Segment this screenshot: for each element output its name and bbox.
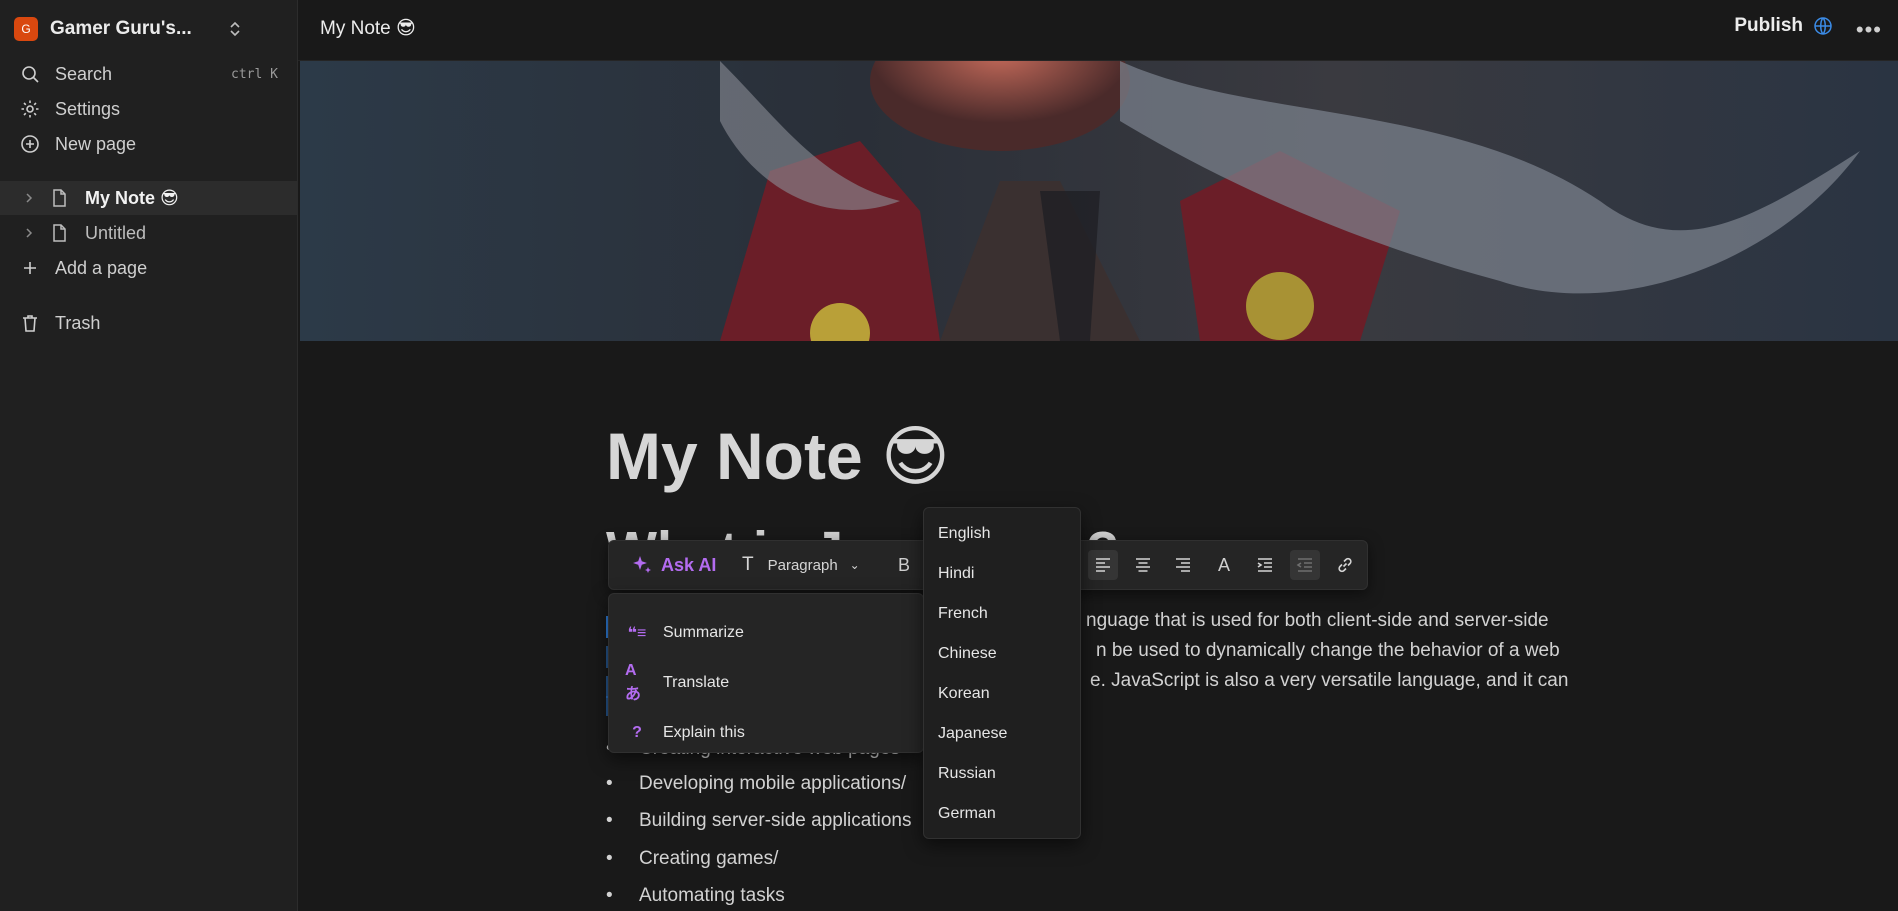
chevron-up-down-icon[interactable] — [225, 19, 245, 39]
sidebar-page-untitled[interactable]: Untitled — [0, 216, 297, 250]
sparkle-icon — [633, 556, 651, 573]
search-icon — [22, 66, 39, 83]
translate-icon: Aあ — [625, 662, 642, 703]
language-option[interactable]: Japanese — [938, 725, 1007, 743]
more-options-icon[interactable]: ••• — [1856, 17, 1882, 43]
language-option[interactable]: Korean — [938, 685, 990, 703]
chevron-down-icon: ⌄ — [849, 558, 860, 572]
block-type-label: Paragraph — [767, 556, 838, 574]
language-option[interactable]: Hindi — [938, 565, 974, 583]
new-page-label: New page — [55, 133, 137, 154]
sidebar-add-page[interactable]: Add a page — [20, 254, 282, 282]
gear-icon — [21, 100, 39, 118]
ask-ai-button[interactable]: Ask AI — [631, 541, 716, 589]
align-left-icon — [1096, 558, 1110, 572]
document-icon — [53, 224, 66, 242]
align-right-icon — [1176, 558, 1190, 572]
paragraph-line: n be used to dynamically change the beha… — [1096, 640, 1560, 661]
language-menu: English Hindi French Chinese Korean Japa… — [923, 507, 1081, 839]
paragraph-line: nguage that is used for both client-side… — [1086, 610, 1549, 631]
globe-icon — [1814, 17, 1832, 35]
menu-item-translate[interactable]: Aあ Translate — [625, 662, 729, 703]
sidebar-page-my-note[interactable]: My Note 😎 — [0, 181, 297, 215]
search-label: Search — [55, 63, 113, 84]
text-type-icon: T — [742, 554, 754, 575]
publish-label: Publish — [1734, 15, 1803, 36]
sidebar-new-page[interactable]: New page — [20, 130, 282, 158]
add-page-label: Add a page — [55, 257, 148, 278]
trash-label: Trash — [55, 312, 101, 333]
align-center-button[interactable] — [1128, 550, 1158, 580]
trash-icon — [23, 315, 37, 332]
language-option[interactable]: French — [938, 605, 988, 623]
language-option[interactable]: Chinese — [938, 645, 997, 663]
chevron-right-icon[interactable] — [22, 191, 36, 205]
indent-icon — [1257, 558, 1272, 572]
link-button[interactable] — [1330, 550, 1360, 580]
publish-button[interactable]: Publish — [1734, 15, 1833, 37]
language-option[interactable]: Russian — [938, 765, 996, 783]
indent-button[interactable] — [1250, 550, 1280, 580]
workspace-name: Gamer Guru's... — [50, 18, 192, 39]
settings-label: Settings — [55, 98, 121, 119]
ask-ai-menu: ❝≡ Summarize Aあ Translate ? Explain this — [608, 593, 924, 753]
text-color-button[interactable]: A — [1209, 550, 1239, 580]
page-title[interactable]: My Note 😎 — [606, 418, 950, 495]
sidebar-trash[interactable]: Trash — [20, 309, 282, 337]
align-center-icon — [1136, 558, 1150, 572]
language-option[interactable]: German — [938, 805, 996, 823]
workspace-switcher[interactable]: G Gamer Guru's... — [14, 15, 254, 43]
menu-item-explain[interactable]: ? Explain this — [625, 718, 745, 748]
language-option[interactable]: English — [938, 525, 990, 543]
cover-image — [300, 61, 1898, 341]
outdent-button[interactable] — [1290, 550, 1320, 580]
paragraph-line: e. JavaScript is also a very versatile l… — [1090, 670, 1569, 691]
quote-icon: ❝≡ — [627, 625, 647, 642]
breadcrumb-title[interactable]: My Note 😎 — [320, 17, 416, 40]
link-icon — [1338, 557, 1352, 573]
sidebar-settings[interactable]: Settings — [20, 95, 282, 123]
menu-item-summarize[interactable]: ❝≡ Summarize — [625, 618, 744, 648]
outdent-icon — [1296, 558, 1312, 572]
sidebar: G Gamer Guru's... Search ctrl K Settings… — [0, 0, 298, 911]
page-label: Untitled — [85, 222, 147, 243]
plus-icon — [24, 262, 36, 274]
top-bar: My Note 😎 Publish ••• — [298, 0, 1898, 61]
workspace-avatar: G — [14, 17, 38, 41]
document-icon — [53, 189, 66, 207]
ask-ai-label: Ask AI — [661, 554, 717, 575]
search-shortcut: ctrl K — [231, 66, 278, 82]
sidebar-search[interactable]: Search ctrl K — [20, 60, 282, 88]
question-icon: ? — [632, 724, 642, 741]
align-left-button[interactable] — [1088, 550, 1118, 580]
block-type-dropdown[interactable]: T Paragraph ⌄ — [742, 541, 860, 589]
chevron-right-icon[interactable] — [22, 226, 36, 240]
page-label: My Note 😎 — [85, 187, 179, 208]
bold-button[interactable]: B — [889, 550, 919, 580]
align-right-button[interactable] — [1168, 550, 1198, 580]
plus-circle-icon — [21, 135, 39, 153]
